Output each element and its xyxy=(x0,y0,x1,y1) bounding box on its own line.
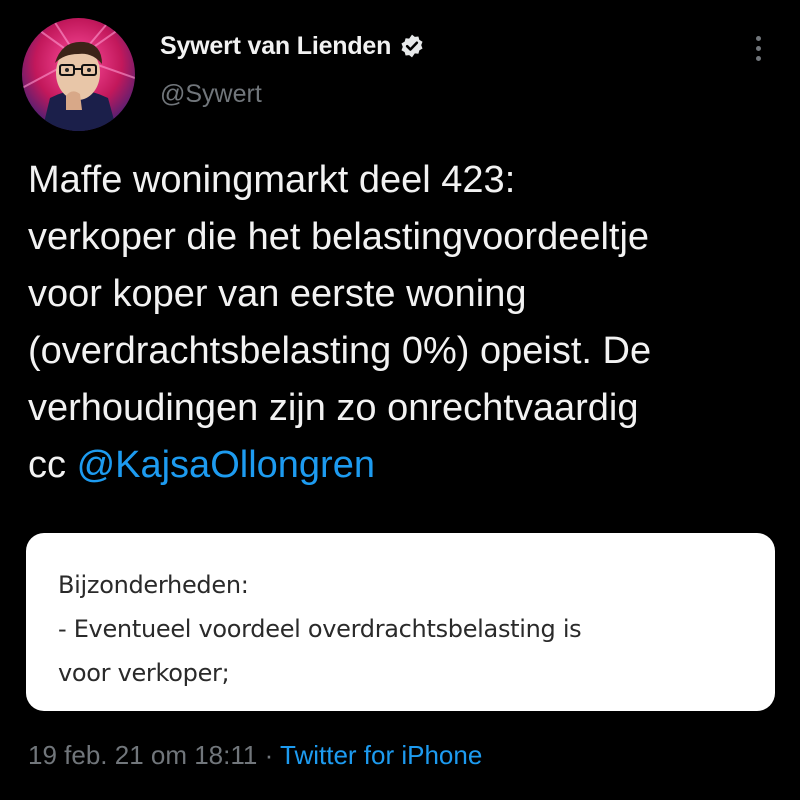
tweet-text: Maffe woningmarkt deel 423: verkoper die… xyxy=(28,152,788,494)
mention-link[interactable]: @KajsaOllongren xyxy=(77,444,375,486)
more-dot xyxy=(755,55,761,61)
tweet-line-cc: cc @KajsaOllongren xyxy=(28,437,788,494)
image-text-line: Bijzonderheden: xyxy=(58,571,249,599)
timestamp[interactable]: 19 feb. 21 om 18:11 xyxy=(28,740,257,770)
more-dot xyxy=(755,35,761,41)
tweet-meta: 19 feb. 21 om 18:11 · Twitter for iPhone xyxy=(28,740,482,771)
cc-prefix: cc xyxy=(28,444,77,486)
tweet-line: voor koper van eerste woning xyxy=(28,273,527,315)
avatar[interactable] xyxy=(22,18,135,131)
image-text-line: - Eventueel voordeel overdrachtsbelastin… xyxy=(58,615,582,643)
tweet-line: (overdrachtsbelasting 0%) opeist. De xyxy=(28,330,652,372)
more-options-icon[interactable] xyxy=(746,28,770,68)
more-dot xyxy=(755,45,761,51)
tweet-line: verkoper die het belastingvoordeeltje xyxy=(28,216,650,258)
verified-badge-icon xyxy=(399,33,425,59)
avatar-image xyxy=(22,18,135,131)
attached-image-text: Bijzonderheden: - Eventueel voordeel ove… xyxy=(58,563,582,695)
tweet: Sywert van Lienden @Sywert Maffe woningm… xyxy=(0,0,800,800)
author-handle[interactable]: @Sywert xyxy=(160,80,262,109)
image-text-line: voor verkoper; xyxy=(58,659,230,687)
source-link[interactable]: Twitter for iPhone xyxy=(280,740,482,770)
meta-separator: · xyxy=(257,740,280,770)
attached-image[interactable]: Bijzonderheden: - Eventueel voordeel ove… xyxy=(26,533,775,711)
tweet-line: Maffe woningmarkt deel 423: xyxy=(28,159,516,201)
author-display-name[interactable]: Sywert van Lienden xyxy=(160,32,391,61)
author-name-row[interactable]: Sywert van Lienden xyxy=(160,28,425,64)
tweet-line: verhoudingen zijn zo onrechtvaardig xyxy=(28,387,639,429)
